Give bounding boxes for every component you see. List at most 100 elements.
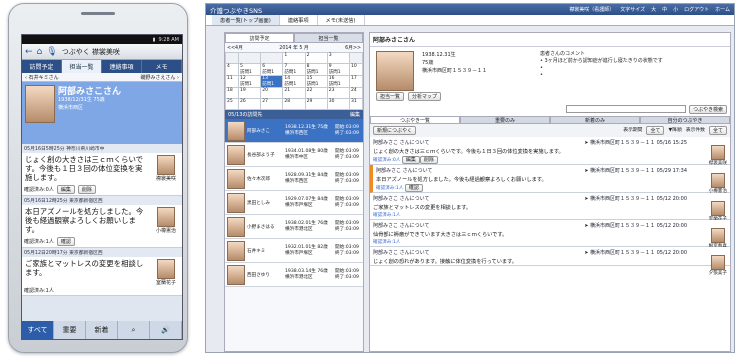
nav-memo[interactable]: メモ(未送信): [318, 15, 365, 25]
visit-item[interactable]: 西田さゆり 1938.03.14生 76歳 横浜市港北区 開始:03:09 終了:03…: [225, 263, 363, 287]
calendar-day[interactable]: 12 訪問1: [238, 75, 262, 88]
visit-item[interactable]: 長谷部よう子 1934.01.08生 80歳 横浜市中区 開始:03:09 終了:03…: [225, 143, 363, 167]
calendar-day[interactable]: 7 訪問1: [282, 63, 306, 76]
period-select[interactable]: 全て: [646, 126, 665, 135]
prev-patient-link[interactable]: ‹ 石井キミさん: [25, 74, 59, 81]
filter-all-button[interactable]: すべて: [22, 321, 54, 339]
calendar-day[interactable]: 24: [348, 87, 364, 99]
tab-all-posts[interactable]: つぶやき一覧: [370, 116, 460, 124]
prev-month-link[interactable]: <<4月: [227, 44, 243, 51]
calendar-day[interactable]: 16 訪問1: [326, 75, 350, 88]
font-large-button[interactable]: 大: [651, 6, 656, 13]
visit-item[interactable]: 佐々木次郎 1928.09.31生 84歳 横浜市西区 開始:03:09 終了:03:…: [225, 167, 363, 191]
microphone-icon[interactable]: 🎙: [46, 47, 57, 57]
post-footer: 確認済み:0人 編集 削除: [22, 184, 182, 195]
filter-important-button[interactable]: 重要: [54, 321, 86, 339]
next-month-link[interactable]: 6月>>: [345, 44, 361, 51]
feed-subject: 阿部みさこ さんについて: [373, 250, 430, 256]
feed-text: 仙骨部に褥瘡ができています大きさは三ｃｍくらいです。: [373, 232, 508, 238]
search-icon[interactable]: ⌕: [118, 321, 150, 339]
confirm-count[interactable]: 確認済み:1人: [373, 240, 400, 245]
home-link[interactable]: ホーム: [715, 6, 730, 13]
calendar-day[interactable]: 23: [326, 87, 350, 99]
confirm-count[interactable]: 確認済み:1人: [376, 186, 405, 191]
visit-item[interactable]: 黒田としみ 1929.07.07生 84歳 横浜市戸塚区 開始:03:09 終了:03…: [225, 191, 363, 215]
back-arrow-icon[interactable]: ←: [25, 47, 33, 57]
calendar-day[interactable]: 5 訪問1: [238, 63, 262, 76]
confirm-count[interactable]: 確認済み:1人: [373, 213, 400, 218]
calendar-day[interactable]: 31: [348, 98, 364, 110]
patient-dob: 1938.12.31生: [422, 52, 456, 58]
speaker-icon[interactable]: 🔊: [150, 321, 182, 339]
calendar-day[interactable]: 19: [238, 87, 262, 99]
calendar-day[interactable]: 13 訪問1: [260, 75, 284, 88]
calendar-day[interactable]: 14 訪問1: [282, 75, 306, 88]
calendar-day[interactable]: 30: [326, 98, 350, 110]
assigned-list-button[interactable]: 担当一覧: [376, 92, 405, 101]
tab-new[interactable]: 新着のみ: [550, 116, 640, 124]
post-action-button[interactable]: 確認: [56, 237, 75, 246]
order-toggle[interactable]: ▼降順: [668, 126, 681, 135]
visit-dob: 1932.01.01生 82歳: [285, 244, 328, 250]
visit-avatar: [227, 168, 245, 189]
tab-visit[interactable]: 訪問予定: [22, 60, 62, 73]
logout-link[interactable]: ログアウト: [684, 6, 709, 13]
visits-edit-link[interactable]: 編集: [350, 111, 360, 118]
calendar-day[interactable]: 9 訪問1: [326, 63, 350, 76]
calendar-day[interactable]: 26: [238, 98, 262, 110]
calendar-day[interactable]: 20: [260, 87, 284, 99]
calendar-day[interactable]: 25: [224, 98, 240, 110]
post-action-button[interactable]: 編集: [56, 185, 75, 194]
search-button[interactable]: つぶやき検索: [688, 105, 727, 114]
tab-assigned[interactable]: 担当一覧: [62, 60, 102, 73]
calendar-day[interactable]: 11: [224, 75, 240, 88]
confirm-count[interactable]: 確認済み:0人: [373, 158, 402, 163]
home-icon[interactable]: ⌂: [37, 47, 43, 57]
tab-memo[interactable]: メモ: [142, 60, 182, 73]
feed-action-button[interactable]: 削除: [419, 156, 438, 164]
search-input[interactable]: [565, 105, 686, 113]
calendar-day[interactable]: 4: [224, 63, 240, 76]
visit-item[interactable]: 阿部みさこ 1938.12.31生 75歳 横浜市西区 開始:03:09 終了:03:…: [225, 119, 363, 143]
calendar-day[interactable]: 15 訪問1: [304, 75, 328, 88]
feed-text: ご家族とマットレスの変更を相談します。: [373, 205, 472, 211]
visit-item[interactable]: 小野まさはる 1938.02.01生 76歳 横浜市港北区 開始:03:09 終了:0…: [225, 215, 363, 239]
count-select[interactable]: 全て: [708, 126, 727, 135]
feed-date: 05/29 17:34: [655, 168, 687, 174]
calendar-day[interactable]: 18: [224, 87, 240, 99]
font-small-button[interactable]: 小: [673, 6, 678, 13]
author-name: 室蘭花子: [155, 280, 176, 286]
calendar-day[interactable]: 21: [282, 87, 306, 99]
calendar-day[interactable]: 8 訪問1: [304, 63, 328, 76]
calendar-day[interactable]: 2: [304, 52, 328, 64]
calendar-day[interactable]: 28: [282, 98, 306, 110]
next-patient-link[interactable]: 磯野みさえさん ›: [140, 74, 179, 81]
tab-important[interactable]: 重要のみ: [460, 116, 550, 124]
nav-notices[interactable]: 連絡事項: [280, 15, 318, 25]
tab-notices[interactable]: 連絡事項: [102, 60, 142, 73]
feed-action-button[interactable]: 編集: [401, 156, 420, 164]
calendar-day[interactable]: 29: [304, 98, 328, 110]
prev-patient-name: 石井キミさん: [28, 74, 59, 81]
post-action-button[interactable]: 削除: [77, 185, 96, 194]
calendar-day[interactable]: 10: [348, 63, 364, 76]
tab-mine[interactable]: 自分のつぶやき: [640, 116, 730, 124]
calendar-day[interactable]: 27: [260, 98, 284, 110]
calendar-day[interactable]: 3: [326, 52, 350, 64]
nav-patient-list[interactable]: 患者一覧(トップ画面): [212, 15, 280, 25]
font-medium-button[interactable]: 中: [662, 6, 667, 13]
new-post-button[interactable]: 新規につぶやく: [373, 126, 417, 135]
feed-author: 襟裳美咲: [709, 145, 727, 166]
calendar-day[interactable]: 22: [304, 87, 328, 99]
patient-actions: 担当一覧 分析マップ: [376, 92, 442, 101]
filter-new-button[interactable]: 新着: [86, 321, 118, 339]
tab-assigned-list[interactable]: 担当一覧: [294, 33, 363, 43]
calendar-day[interactable]: 1: [282, 52, 306, 64]
visit-item[interactable]: 石井キミ 1932.01.01生 82歳 横浜市戸塚区 開始:03:09 終了:03:…: [225, 239, 363, 263]
analysis-map-button[interactable]: 分析マップ: [408, 92, 442, 101]
feed-action-button[interactable]: 確認: [404, 184, 423, 192]
tab-visit-schedule[interactable]: 訪問予定: [225, 33, 294, 43]
calendar-day[interactable]: 6 訪問1: [260, 63, 284, 76]
calendar-day[interactable]: 17: [348, 75, 364, 88]
feed-meta: ➤ 横浜市西区町１５３９－１１ 05/16 15:25: [584, 139, 687, 146]
